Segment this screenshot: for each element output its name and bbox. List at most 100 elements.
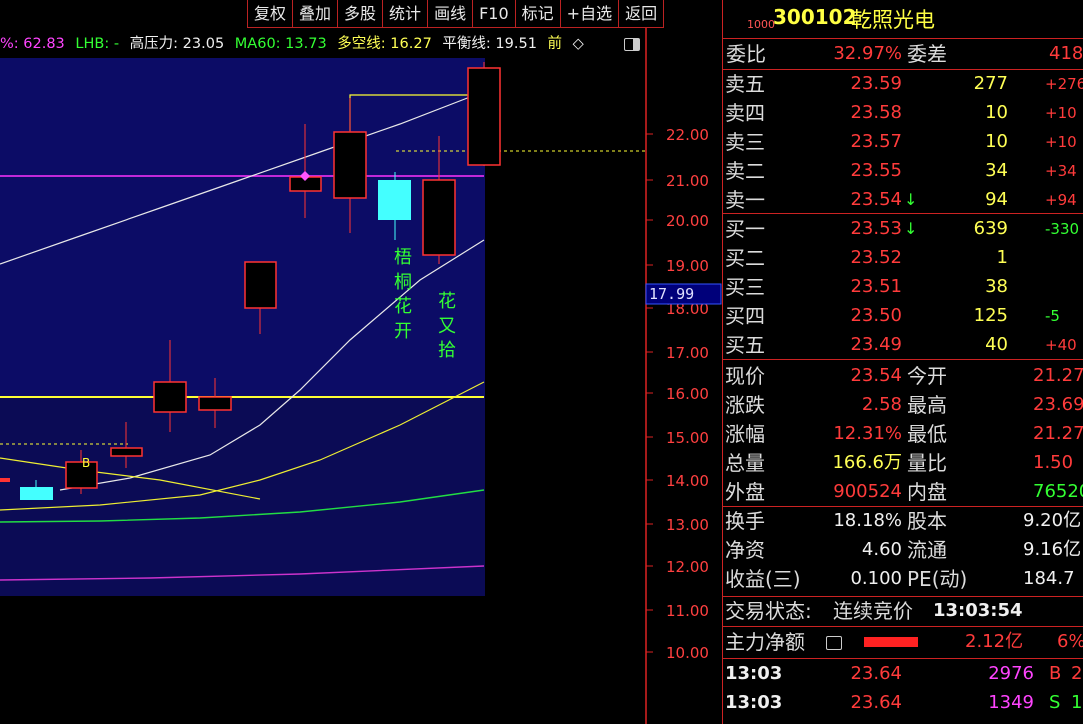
price-tick-label: 20.00: [666, 212, 709, 230]
chart-panel-upper: [0, 58, 485, 398]
quote-value: 2.58: [861, 394, 902, 415]
indicator-lhb: LHB: -: [75, 36, 120, 52]
tick-side: S: [1049, 692, 1061, 713]
bid-price: 23.50: [850, 305, 902, 326]
indicator-ma60: MA60: 13.73: [234, 36, 327, 52]
ask-change: +34: [1045, 162, 1077, 180]
fundamental-value: 4.60: [861, 539, 902, 560]
ask-volume: 34: [985, 160, 1008, 181]
fundamental-label: 换手: [725, 509, 765, 533]
fundamental-value: 9.20亿: [1023, 510, 1082, 531]
toolbar-mark-button[interactable]: 标记: [514, 0, 561, 28]
indicator-high-pressure: 高压力: 23.05: [129, 36, 225, 52]
annotation-wutong: 梧 桐 花 开: [392, 246, 414, 344]
bid-label: 买五: [725, 333, 765, 357]
price-tick-label: 17.00: [666, 344, 709, 362]
ask-label: 卖二: [725, 159, 765, 183]
bid-row[interactable]: 买三 23.51 38: [723, 273, 1083, 301]
bid-price: 23.52: [850, 247, 902, 268]
toolbar-stats-button[interactable]: 统计: [382, 0, 429, 28]
ask-change: +94: [1045, 191, 1077, 209]
fundamental-label: 流通: [907, 538, 947, 562]
tick-time: 13:03: [725, 663, 783, 684]
ask-row[interactable]: 卖二 23.55 34 +34: [723, 157, 1083, 185]
ask-row[interactable]: 卖三 23.57 10 +10: [723, 128, 1083, 156]
quote-value: 1.50: [1033, 452, 1074, 473]
bid-volume: 1: [996, 247, 1008, 268]
bid-row[interactable]: 买二 23.52 1: [723, 244, 1083, 272]
quote-value: 21.27: [1033, 365, 1083, 386]
divider: [723, 658, 1083, 659]
ask-row[interactable]: 卖一 23.54 ↓ 94 +94: [723, 186, 1083, 214]
bid-price: 23.51: [850, 276, 902, 297]
commission-diff-label: 委差: [907, 42, 947, 66]
price-tick-label: 11.00: [666, 602, 709, 620]
candlestick-chart[interactable]: 22.0021.0020.0019.0018.0017.0016.0015.00…: [0, 0, 722, 724]
signal-marker-b: B: [82, 456, 90, 470]
annotation-char: 花: [394, 296, 412, 317]
divider: [723, 359, 1083, 360]
ask-row[interactable]: 卖五 23.59 277 +276: [723, 70, 1083, 98]
ask-volume: 277: [973, 73, 1008, 94]
tick-row: 13:03 23.64 2976 B 233: [723, 660, 1083, 688]
quote-label: 今开: [907, 364, 947, 388]
indicator-balance: 平衡线: 19.51: [442, 36, 537, 52]
tick-row: 13:03 23.64 1349 S 139: [723, 689, 1083, 717]
toolbar-multi-stock-button[interactable]: 多股: [337, 0, 384, 28]
bid-volume: 38: [985, 276, 1008, 297]
indicator-settings-icon[interactable]: ◇: [573, 36, 584, 52]
ask-row[interactable]: 卖四 23.58 10 +10: [723, 99, 1083, 127]
ask-label: 卖三: [725, 130, 765, 154]
bid-row[interactable]: 买四 23.50 125 -5: [723, 302, 1083, 330]
fundamental-row: 换手 18.18% 股本 9.20亿: [723, 507, 1083, 535]
annotation-char: 开: [394, 320, 412, 342]
price-tick-label: 21.00: [666, 172, 709, 190]
ask-change: +10: [1045, 133, 1077, 151]
tick-volume: 1349: [988, 692, 1034, 713]
toolbar-f10-button[interactable]: F10: [472, 0, 516, 28]
toolbar-draw-button[interactable]: 画线: [427, 0, 474, 28]
trade-status-value: 连续竞价: [833, 599, 913, 623]
market-tag: 1000: [747, 18, 775, 31]
toolbar-overlay-button[interactable]: 叠加: [292, 0, 339, 28]
stock-code: 300102: [773, 5, 857, 29]
quote-value: 21.27: [1033, 423, 1083, 444]
stock-name: 乾照光电: [851, 8, 935, 32]
main-flow-pct: 6%: [1057, 631, 1083, 652]
quote-label: 内盘: [907, 480, 947, 504]
fundamental-label: PE(动): [907, 567, 968, 591]
toolbar-add-watchlist-button[interactable]: +自选: [559, 0, 620, 28]
fundamental-value: 18.18%: [833, 510, 902, 531]
trade-status-row: 交易状态: 连续竞价 13:03:54: [723, 597, 1083, 625]
ask-volume: 94: [985, 189, 1008, 210]
bid-change: -5: [1045, 307, 1060, 325]
annotation-char: 花: [438, 291, 456, 312]
price-tick-label: 19.00: [666, 257, 709, 275]
commission-row: 委比 32.97% 委差 418: [723, 40, 1083, 68]
trade-status-label: 交易状态:: [725, 599, 812, 623]
ask-change: +10: [1045, 104, 1077, 122]
toolbar-adjust-button[interactable]: 复权: [247, 0, 294, 28]
fundamental-value: 9.16亿: [1023, 539, 1082, 560]
ask-price: 23.58: [850, 102, 902, 123]
bid-row[interactable]: 买五 23.49 40 +40: [723, 331, 1083, 359]
quote-value: 23.69: [1033, 394, 1083, 415]
quote-row: 总量 166.6万 量比 1.50: [723, 449, 1083, 477]
list-icon[interactable]: [826, 636, 842, 650]
bid-price: 23.53: [850, 218, 902, 239]
panel-toggle-icon[interactable]: [624, 38, 640, 51]
price-tick-label: 16.00: [666, 385, 709, 403]
quote-label: 涨跌: [725, 393, 765, 417]
ask-price: 23.54: [850, 189, 902, 210]
quote-row: 外盘 900524内盘 765204: [723, 478, 1083, 506]
trade-status-time: 13:03:54: [933, 600, 1023, 621]
bid-row[interactable]: 买一 23.53 ↓ 639 -330: [723, 215, 1083, 243]
commission-ratio-value: 32.97%: [833, 43, 902, 64]
tick-side: B: [1049, 663, 1062, 684]
quote-label: 外盘: [725, 480, 765, 504]
quote-row: 涨幅 12.31% 最低 21.27: [723, 420, 1083, 448]
toolbar-back-button[interactable]: 返回: [618, 0, 665, 28]
divider: [723, 38, 1083, 39]
divider: [723, 213, 1083, 214]
main-flow-row[interactable]: 主力净额 2.12亿 6%: [723, 628, 1083, 656]
